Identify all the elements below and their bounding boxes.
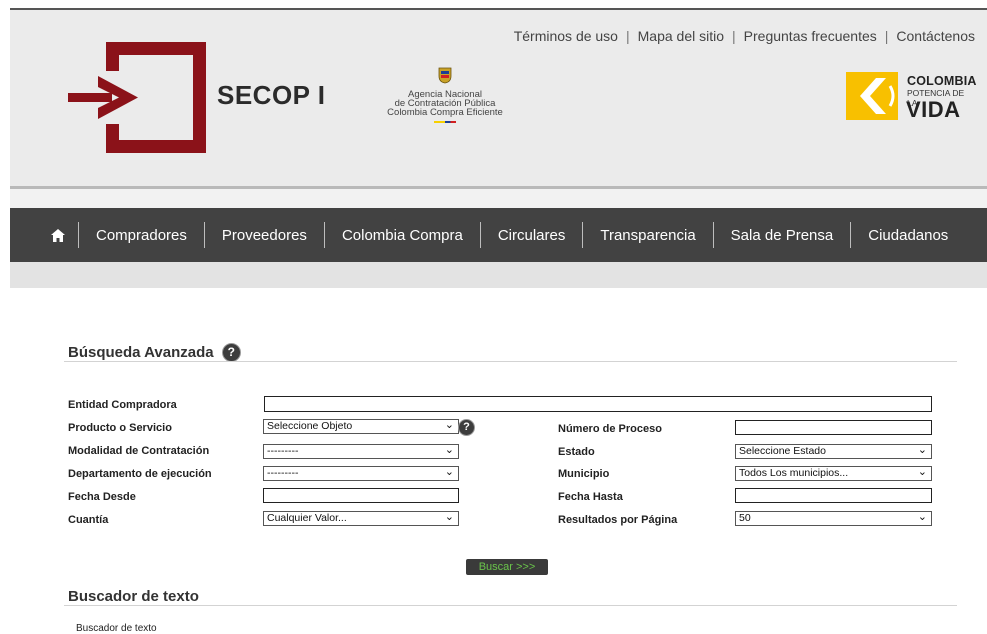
label-cuantia: Cuantía xyxy=(68,514,109,526)
separator: | xyxy=(884,28,889,44)
link-contactenos[interactable]: Contáctenos xyxy=(896,28,975,44)
main-nav: Compradores Proveedores Colombia Compra … xyxy=(10,208,987,262)
label-fecha-hasta: Fecha Hasta xyxy=(558,491,623,503)
label-fecha-desde: Fecha Desde xyxy=(68,491,136,503)
resultados-selected: 50 xyxy=(739,512,751,524)
link-terminos[interactable]: Términos de uso xyxy=(514,28,618,44)
label-numero-proceso: Número de Proceso xyxy=(558,423,662,435)
chevron-down-icon: ⌄ xyxy=(444,511,454,523)
top-links: Términos de uso | Mapa del sitio | Pregu… xyxy=(514,28,975,44)
label-departamento: Departamento de ejecución xyxy=(68,468,212,480)
nav-proveedores[interactable]: Proveedores xyxy=(205,227,324,244)
nav-colombia-compra[interactable]: Colombia Compra xyxy=(325,227,480,244)
departamento-selected: --------- xyxy=(267,467,299,479)
numero-proceso-input[interactable] xyxy=(735,420,932,435)
text-search-label: Buscador de texto xyxy=(76,623,157,634)
gov-logo: COLOMBIA POTENCIA DE LA VIDA xyxy=(846,72,976,124)
link-preguntas[interactable]: Preguntas frecuentes xyxy=(744,28,877,44)
advanced-search-title-text: Búsqueda Avanzada xyxy=(68,344,214,361)
header-divider xyxy=(10,186,987,189)
chevron-down-icon: ⌄ xyxy=(917,444,927,456)
nav-compradores[interactable]: Compradores xyxy=(79,227,204,244)
chevron-down-icon: ⌄ xyxy=(444,444,454,456)
coat-of-arms-icon xyxy=(438,67,452,84)
chevron-down-icon: ⌄ xyxy=(917,511,927,523)
label-resultados: Resultados por Página xyxy=(558,514,678,526)
nav-circulares[interactable]: Circulares xyxy=(481,227,583,244)
producto-selected: Seleccione Objeto xyxy=(267,420,353,432)
advanced-search-title: Búsqueda Avanzada ? xyxy=(68,343,241,362)
separator: | xyxy=(625,28,630,44)
header-bottom-strip xyxy=(10,186,987,208)
label-modalidad: Modalidad de Contratación xyxy=(68,445,210,457)
estado-select[interactable]: Seleccione Estado ⌄ xyxy=(735,444,932,459)
separator: | xyxy=(732,28,736,44)
fecha-hasta-input[interactable] xyxy=(735,488,932,503)
text-search-title: Buscador de texto xyxy=(68,588,199,605)
producto-help-icon[interactable]: ? xyxy=(458,419,475,436)
label-estado: Estado xyxy=(558,446,595,458)
fecha-desde-input[interactable] xyxy=(263,488,459,503)
entidad-input[interactable] xyxy=(264,396,932,412)
municipio-select[interactable]: Todos Los municipios... ⌄ xyxy=(735,466,932,481)
modalidad-selected: --------- xyxy=(267,445,299,457)
nav-sala-de-prensa[interactable]: Sala de Prensa xyxy=(714,227,851,244)
chevron-down-icon: ⌄ xyxy=(444,419,454,431)
agency-logo: Agencia Nacional de Contratación Pública… xyxy=(380,66,510,123)
link-mapa[interactable]: Mapa del sitio xyxy=(638,28,724,44)
municipio-selected: Todos Los municipios... xyxy=(739,467,849,479)
search-button[interactable]: Buscar >>> xyxy=(466,559,548,575)
section-divider xyxy=(64,361,957,362)
help-icon[interactable]: ? xyxy=(221,343,241,362)
resultados-select[interactable]: 50 ⌄ xyxy=(735,511,932,526)
brand-name: SECOP I xyxy=(217,80,326,110)
flag-line xyxy=(434,121,456,123)
estado-selected: Seleccione Estado xyxy=(739,445,826,457)
nav-ciudadanos[interactable]: Ciudadanos xyxy=(851,227,965,244)
sub-nav-bar xyxy=(10,262,987,288)
chevron-down-icon: ⌄ xyxy=(444,466,454,478)
label-entidad: Entidad Compradora xyxy=(68,399,177,411)
nav-transparencia[interactable]: Transparencia xyxy=(583,227,712,244)
home-icon xyxy=(51,228,65,242)
nav-home[interactable] xyxy=(38,228,78,242)
label-producto: Producto o Servicio xyxy=(68,422,172,434)
gov-logo-mark-icon xyxy=(846,72,898,120)
gov-logo-line-1: COLOMBIA xyxy=(907,74,977,88)
secop-logo-icon[interactable] xyxy=(68,40,208,156)
cuantia-select[interactable]: Cualquier Valor... ⌄ xyxy=(263,511,459,526)
cuantia-selected: Cualquier Valor... xyxy=(267,512,347,524)
section-divider xyxy=(64,605,957,606)
producto-select[interactable]: Seleccione Objeto ⌄ xyxy=(263,419,459,434)
chevron-down-icon: ⌄ xyxy=(917,466,927,478)
label-municipio: Municipio xyxy=(558,468,610,480)
gov-logo-line-3: VIDA xyxy=(906,97,961,122)
departamento-select[interactable]: --------- ⌄ xyxy=(263,466,459,481)
agency-line-3: Colombia Compra Eficiente xyxy=(387,107,503,118)
modalidad-select[interactable]: --------- ⌄ xyxy=(263,444,459,459)
